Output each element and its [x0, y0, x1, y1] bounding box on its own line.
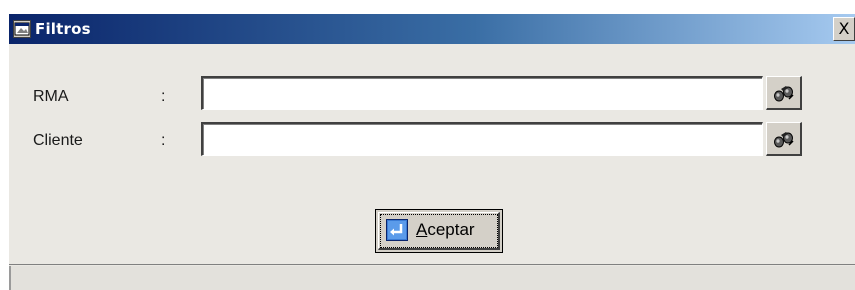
enter-return-icon: [386, 219, 408, 241]
rma-label: RMA: [33, 88, 69, 105]
rma-separator: :: [161, 88, 166, 105]
binoculars-search-icon: [774, 132, 794, 148]
app-window-icon: [13, 20, 31, 38]
cliente-separator: :: [161, 132, 166, 149]
rma-input[interactable]: [201, 76, 763, 110]
accept-button-label: Aceptar: [416, 220, 475, 239]
status-bar-edge: [9, 266, 11, 290]
binoculars-search-icon: [774, 86, 794, 102]
status-bar: [9, 266, 855, 290]
title-bar[interactable]: Filtros X: [9, 14, 855, 44]
cliente-input[interactable]: [201, 122, 763, 156]
window-title: Filtros: [35, 20, 91, 38]
cliente-lookup-button[interactable]: [766, 122, 802, 156]
close-button[interactable]: X: [833, 17, 855, 41]
cliente-label: Cliente: [33, 132, 83, 149]
filter-dialog: Filtros X RMA : Cliente : Aceptar: [9, 14, 855, 290]
rma-lookup-button[interactable]: [766, 76, 802, 110]
accept-button[interactable]: Aceptar: [375, 209, 503, 253]
